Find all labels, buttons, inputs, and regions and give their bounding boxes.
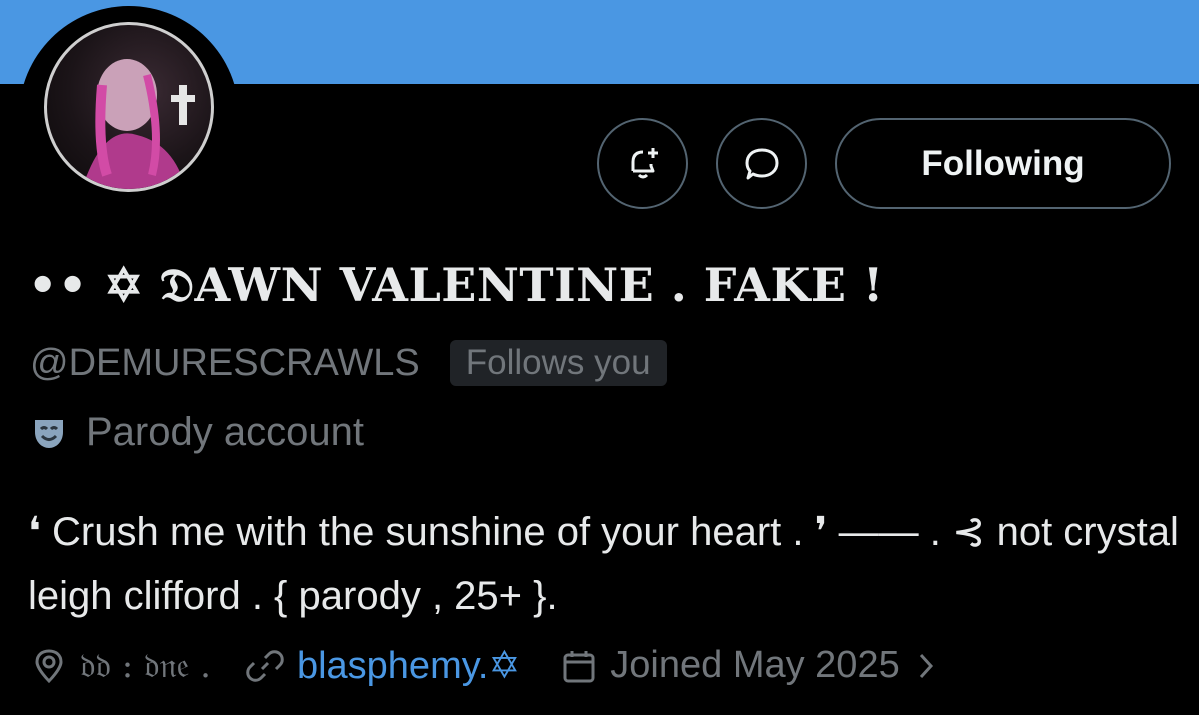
notifications-button[interactable]: [597, 118, 688, 209]
following-button[interactable]: Following: [835, 118, 1171, 209]
parody-label-row[interactable]: Parody account: [30, 410, 364, 455]
message-button[interactable]: [716, 118, 807, 209]
chevron-right-icon[interactable]: [914, 649, 938, 683]
theater-mask-icon: [35, 419, 63, 448]
username: @DEMURESCRAWLS: [30, 341, 420, 384]
joined-date: Joined May 2025: [610, 644, 900, 686]
avatar[interactable]: [44, 22, 214, 192]
parody-account-label: Parody account: [86, 410, 364, 454]
bell-plus-icon: [631, 147, 658, 178]
calendar-icon: [563, 650, 595, 682]
handle-row: @DEMURESCRAWLS Follows you: [30, 340, 667, 386]
location-pin-icon: [35, 648, 63, 683]
message-bubble-icon: [745, 148, 778, 179]
bio: ❛ Crush me with the sunshine of your hea…: [28, 510, 1179, 618]
link-icon: [246, 649, 284, 682]
avatar-image: [80, 59, 195, 189]
location-text: 𝔡𝔡 : 𝔡𝔫𝔢 .: [80, 645, 211, 686]
profile-meta-row: 𝔡𝔡 : 𝔡𝔫𝔢 . blasphemy.✡ Joined May 2025: [30, 643, 938, 688]
follows-you-badge: Follows you: [449, 340, 667, 386]
display-name: •• ✡ 𝔇AWN VALENTINE . FAKE !: [28, 258, 884, 312]
website-link[interactable]: blasphemy.✡: [297, 643, 520, 688]
